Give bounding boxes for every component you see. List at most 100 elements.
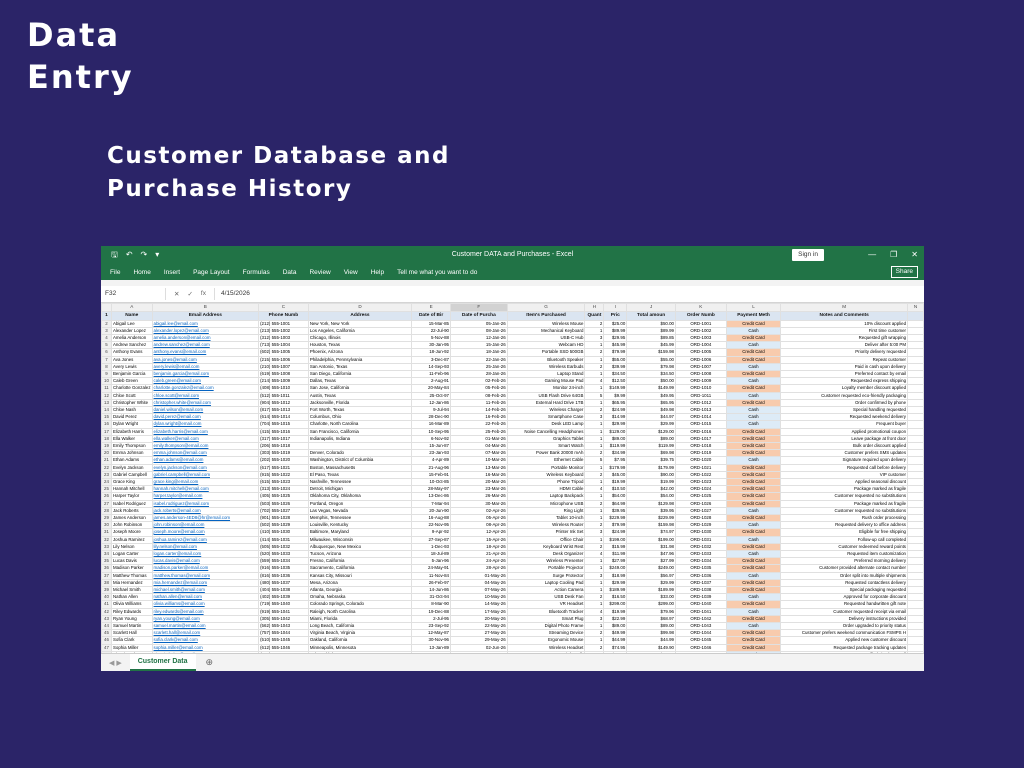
empty-cell[interactable] [907,326,924,335]
cell[interactable]: (202) 555-1020 [258,456,309,465]
cell[interactable]: $229.99 [626,513,676,523]
cell[interactable]: Applied new customer discount [780,636,909,645]
cell[interactable]: 05-Jan-26 [450,319,508,328]
cell[interactable]: (615) 555-1023 [258,477,309,487]
cell[interactable]: 24-May-91 [411,564,451,573]
cell[interactable]: 14-Feb-26 [450,405,508,415]
cell[interactable]: Ethan Adams [110,456,153,465]
cell[interactable]: $16.50 [603,593,628,602]
cell[interactable]: VR Headset [506,600,586,609]
row-number[interactable]: 39 [101,586,112,595]
cell[interactable]: Gaming Mouse Pad [506,377,586,386]
empty-cell[interactable] [907,564,924,573]
cell[interactable]: Package marked as fragile [780,485,909,494]
row-number[interactable]: 38 [101,578,112,588]
cell[interactable]: ORD-1011 [674,391,727,400]
column-title[interactable]: Phone Numb [258,311,309,321]
cell[interactable]: 3-Dec-87 [411,355,451,364]
cell[interactable]: Customer requested no substitutions [780,492,909,501]
cell[interactable]: Bluetooth Tracker [506,607,586,616]
cell[interactable]: $79.96 [626,607,676,616]
undo-icon[interactable]: ↶ [126,246,133,264]
cell[interactable]: $89.00 [603,434,628,443]
cell[interactable]: 1 [584,477,605,487]
column-title[interactable]: Address [307,311,413,321]
cell[interactable]: (713) 555-1004 [258,341,309,350]
cell[interactable]: Portable Projector [506,564,586,573]
cell[interactable]: 1 [584,557,605,566]
cell[interactable]: Dallas, Texas [307,377,413,386]
row-number[interactable]: 5 [101,341,112,350]
cell[interactable]: 17-May-26 [450,607,508,616]
cell[interactable]: (617) 555-1021 [258,463,309,472]
cell[interactable]: ORD-1012 [674,398,727,407]
cell[interactable]: Joseph Moore [110,528,153,537]
cell[interactable]: Washington, District of Columbia [307,456,413,465]
cell[interactable]: Cash [725,456,782,465]
enter-icon[interactable]: ✓ [187,290,192,298]
cell[interactable]: (512) 555-1011 [258,391,309,400]
cell[interactable]: Hannah Mitchell [110,485,153,494]
cell[interactable]: $50.00 [626,319,676,328]
empty-cell[interactable] [907,600,924,609]
cell[interactable]: (404) 555-1038 [258,586,309,595]
cell[interactable]: ORD-1026 [674,499,727,508]
row-number[interactable]: 30 [101,521,112,530]
cell[interactable]: 2 [584,449,605,458]
cell[interactable]: harper.taylor@email.com [151,492,260,501]
cell[interactable]: Cash [725,607,782,616]
column-title[interactable]: Pric [603,311,628,321]
empty-cell[interactable] [907,413,924,422]
cell[interactable]: Phoenix, Arizona [307,348,413,357]
cell[interactable]: Frequent buyer [780,420,909,429]
cell[interactable]: Deliver after 5:00 PM [780,341,909,350]
cell[interactable]: $89.99 [603,326,628,335]
cell[interactable]: Cash [725,549,782,559]
cell[interactable]: (817) 555-1013 [258,405,309,415]
cell[interactable]: Wireless Keyboard [506,470,586,479]
cell[interactable]: 08-Jan-26 [450,326,508,335]
empty-cell[interactable] [907,319,924,328]
cell[interactable]: Cash [725,506,782,515]
empty-cell[interactable] [907,384,924,393]
cell[interactable]: $159.98 [626,521,676,530]
cell[interactable]: 4-Apr-89 [411,456,451,465]
add-sheet-icon[interactable]: ⊕ [196,657,224,668]
tab-page-layout[interactable]: Page Layout [193,269,230,276]
cell[interactable]: 25-Oct-97 [411,391,451,400]
cell[interactable]: Ava Jones [110,355,153,364]
empty-cell[interactable] [907,333,924,343]
cell[interactable]: $15.99 [603,542,628,552]
cell[interactable]: Webcam HD [506,341,586,350]
cell[interactable]: Credit Card [725,636,782,645]
cell[interactable]: $189.99 [603,586,628,595]
cell[interactable]: 2 [584,629,605,638]
cell[interactable]: New York, New York [307,319,413,328]
cell[interactable]: ORD-1022 [674,470,727,479]
tab-data[interactable]: Data [283,269,297,276]
cell[interactable]: Keyboard Wrist Rest [506,542,586,552]
cell[interactable]: Mia Hernandez [110,578,153,588]
cell[interactable]: (505) 555-1032 [258,542,309,552]
cell[interactable]: Jack Roberts [110,506,153,515]
tab-formulas[interactable]: Formulas [243,269,270,276]
cell[interactable]: 11-Feb-96 [411,369,451,379]
cell[interactable]: 02-Apr-26 [450,506,508,515]
empty-cell[interactable] [907,362,924,371]
row-number[interactable]: 11 [101,384,112,393]
cell[interactable]: Cash [725,571,782,580]
tab-view[interactable]: View [344,269,358,276]
cell[interactable]: emma.johnson@email.com [151,449,260,458]
cell[interactable]: $34.50 [603,369,628,379]
cell[interactable]: ORD-1001 [674,319,727,328]
cell[interactable]: USB Flash Drive 64GB [506,391,586,400]
row-number[interactable]: 43 [101,614,112,624]
column-header-j[interactable]: J [626,303,676,312]
cell[interactable]: $54.00 [603,492,628,501]
cell[interactable]: mia.hernandez@email.com [151,578,260,588]
cell[interactable]: Louisville, Kentucky [307,521,413,530]
cell[interactable]: ORD-1039 [674,593,727,602]
cell[interactable]: Benjamin Garcia [110,369,153,379]
row-number[interactable]: 36 [101,564,112,573]
cell[interactable]: ORD-1032 [674,542,727,552]
